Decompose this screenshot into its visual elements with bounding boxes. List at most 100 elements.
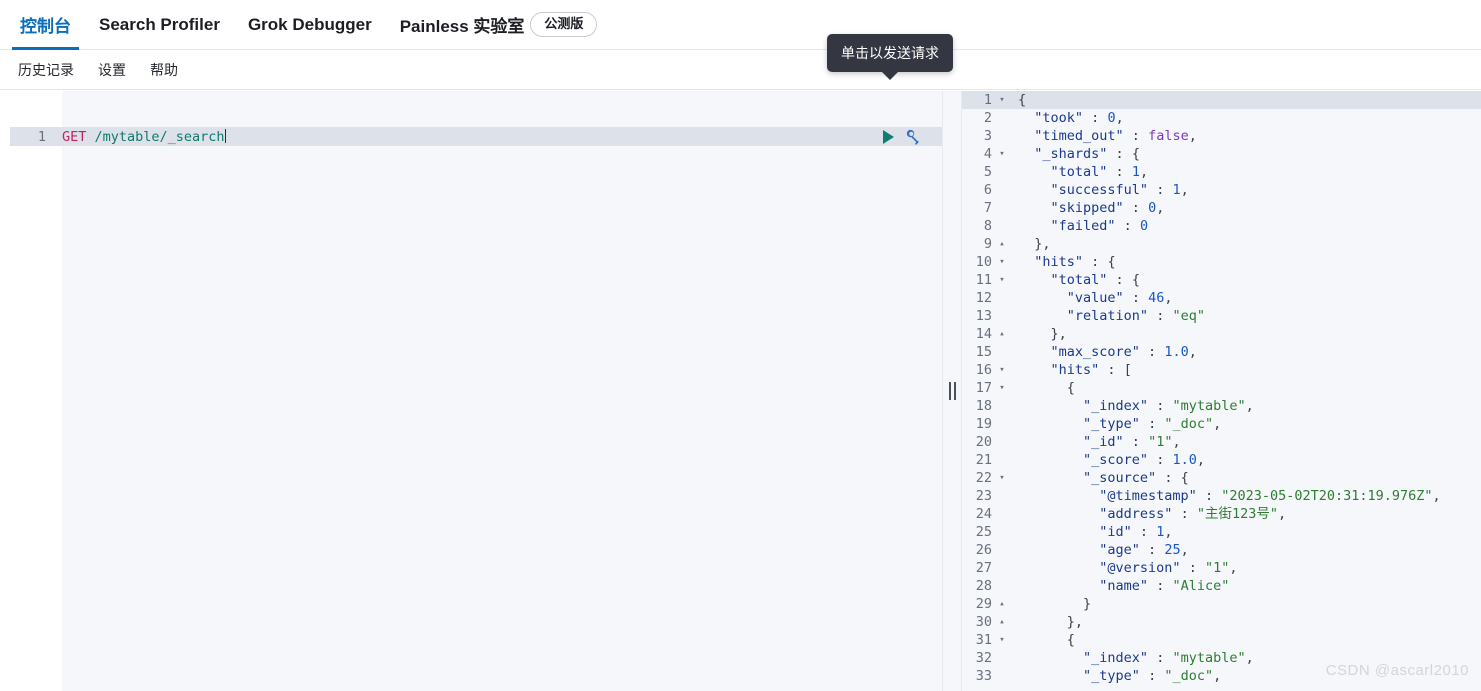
json-value: "Alice" (1172, 578, 1230, 594)
console-page: 控制台 Search Profiler Grok Debugger Painle… (0, 0, 1481, 691)
response-editor[interactable]: 1 ▾ {2 "took" : 0, 3 "timed_out" : false, 4 ▾… (962, 91, 1481, 685)
json-value: "mytable" (1172, 650, 1246, 666)
response-line[interactable]: 5 "total" : 1, (962, 163, 1481, 181)
fold-toggle-icon[interactable]: ▾ (994, 271, 1010, 289)
json-key: "relation" (1066, 308, 1149, 324)
response-viewer-pane[interactable]: 1 ▾ {2 "took" : 0, 3 "timed_out" : false, 4 ▾… (962, 91, 1481, 691)
response-line[interactable]: 1 ▾ { (962, 91, 1481, 109)
beta-badge: 公测版 (530, 11, 598, 38)
response-line-text: "address" : "主街123号", (1099, 506, 1287, 522)
response-line[interactable]: 22 ▾ "_source" : { (962, 469, 1481, 487)
fold-toggle-icon[interactable]: ▴ (994, 613, 1010, 631)
response-line-number: 2 (983, 110, 992, 126)
fold-toggle-icon[interactable]: ▾ (994, 469, 1010, 487)
subnav-item-history[interactable]: 历史记录 (6, 60, 86, 80)
request-editor-pane[interactable]: 1 GET /mytable/_search (10, 91, 942, 691)
response-line[interactable]: 10 ▾ "hits" : { (962, 253, 1481, 271)
fold-toggle-icon[interactable]: ▴ (994, 595, 1010, 613)
response-line-number: 27 (975, 560, 992, 576)
json-value: 1 (1131, 164, 1140, 180)
response-line[interactable]: 11 ▾ "total" : { (962, 271, 1481, 289)
response-line-text: { (1018, 92, 1027, 108)
response-line[interactable]: 16 ▾ "hits" : [ (962, 361, 1481, 379)
response-line[interactable]: 26 "age" : 25, (962, 541, 1481, 559)
response-line[interactable]: 14 ▴ }, (962, 325, 1481, 343)
response-line-text: "timed_out" : false, (1034, 128, 1197, 144)
nav-tab-search-profiler[interactable]: Search Profiler (85, 0, 234, 50)
response-line[interactable]: 23 "@timestamp" : "2023-05-02T20:31:19.9… (962, 487, 1481, 505)
json-value: 0 (1107, 110, 1116, 126)
response-line[interactable]: 30 ▴ }, (962, 613, 1481, 631)
response-line-number: 29 (975, 596, 992, 612)
response-line-number: 16 (975, 362, 992, 378)
secondary-nav: 历史记录 设置 帮助 (0, 50, 1481, 90)
response-line[interactable]: 18 "_index" : "mytable", (962, 397, 1481, 415)
response-line[interactable]: 4 ▾ "_shards" : { (962, 145, 1481, 163)
response-line[interactable]: 21 "_score" : 1.0, (962, 451, 1481, 469)
response-line[interactable]: 15 "max_score" : 1.0, (962, 343, 1481, 361)
fold-toggle-icon[interactable]: ▾ (994, 379, 1010, 397)
subnav-item-help[interactable]: 帮助 (138, 60, 190, 80)
response-line[interactable]: 13 "relation" : "eq" (962, 307, 1481, 325)
request-line-1[interactable]: 1 GET /mytable/_search (10, 127, 942, 146)
json-key: "_shards" (1034, 146, 1108, 162)
response-line-text: "failed" : 0 (1050, 218, 1149, 234)
fold-toggle-icon[interactable]: ▾ (994, 253, 1010, 271)
response-line-text: "relation" : "eq" (1066, 308, 1205, 324)
response-line-number: 7 (983, 200, 992, 216)
fold-toggle-icon[interactable]: ▴ (994, 325, 1010, 343)
response-line[interactable]: 29 ▴ } (962, 595, 1481, 613)
response-line[interactable]: 3 "timed_out" : false, (962, 127, 1481, 145)
nav-tab-painless-lab[interactable]: Painless 实验室 公测版 (386, 0, 612, 50)
response-line[interactable]: 6 "successful" : 1, (962, 181, 1481, 199)
wrench-icon[interactable] (903, 128, 920, 145)
response-line[interactable]: 19 "_type" : "_doc", (962, 415, 1481, 433)
left-rail (0, 91, 10, 691)
response-line-text: "id" : 1, (1099, 524, 1173, 540)
request-path: /mytable/_search (86, 128, 225, 145)
response-line[interactable]: 31 ▾ { (962, 631, 1481, 649)
response-line[interactable]: 17 ▾ { (962, 379, 1481, 397)
fold-toggle-icon[interactable]: ▾ (994, 361, 1010, 379)
response-line-text: }, (1018, 614, 1084, 630)
json-key: "took" (1034, 110, 1084, 126)
nav-tab-grok-debugger[interactable]: Grok Debugger (234, 0, 386, 50)
pane-splitter[interactable] (942, 91, 962, 691)
fold-toggle-icon[interactable]: ▾ (994, 91, 1010, 109)
response-line-text: "name" : "Alice" (1099, 578, 1230, 594)
response-line-number: 10 (975, 254, 992, 270)
response-line[interactable]: 9 ▴ }, (962, 235, 1481, 253)
request-editor[interactable]: 1 GET /mytable/_search (10, 91, 942, 182)
response-line-number: 6 (983, 182, 992, 198)
response-line-number: 17 (975, 380, 992, 396)
request-line-text[interactable]: GET /mytable/_search (54, 128, 942, 146)
response-line[interactable]: 12 "value" : 46, (962, 289, 1481, 307)
fold-toggle-icon[interactable]: ▾ (994, 145, 1010, 163)
response-line[interactable]: 25 "id" : 1, (962, 523, 1481, 541)
nav-tab-console[interactable]: 控制台 (6, 0, 85, 50)
subnav-item-settings[interactable]: 设置 (86, 60, 138, 80)
primary-nav: 控制台 Search Profiler Grok Debugger Painle… (0, 0, 1481, 50)
response-line-number: 32 (975, 650, 992, 666)
response-line[interactable]: 24 "address" : "主街123号", (962, 505, 1481, 523)
json-value: 0 (1148, 200, 1157, 216)
response-line-number: 8 (983, 218, 992, 234)
console-split-area: 1 GET /mytable/_search 1 ▾ {2 "took": … (0, 91, 1481, 691)
response-line[interactable]: 7 "skipped" : 0, (962, 199, 1481, 217)
fold-toggle-icon[interactable]: ▾ (994, 631, 1010, 649)
response-line-number: 30 (975, 614, 992, 630)
response-line[interactable]: 2 "took" : 0, (962, 109, 1481, 127)
response-line[interactable]: 20 "_id" : "1", (962, 433, 1481, 451)
response-line[interactable]: 8 "failed" : 0 (962, 217, 1481, 235)
watermark: CSDN @ascarl2010 (1325, 662, 1469, 679)
response-line-text: "max_score" : 1.0, (1050, 344, 1197, 360)
response-line[interactable]: 27 "@version" : "1", (962, 559, 1481, 577)
response-line-number: 14 (975, 326, 992, 342)
json-key: "hits" (1050, 362, 1100, 378)
fold-toggle-icon[interactable]: ▴ (994, 235, 1010, 253)
play-icon[interactable] (883, 129, 894, 144)
response-line[interactable]: 28 "name" : "Alice" (962, 577, 1481, 595)
json-key: "_type" (1083, 668, 1140, 684)
response-line-number: 24 (975, 506, 992, 522)
http-method: GET (62, 128, 87, 145)
